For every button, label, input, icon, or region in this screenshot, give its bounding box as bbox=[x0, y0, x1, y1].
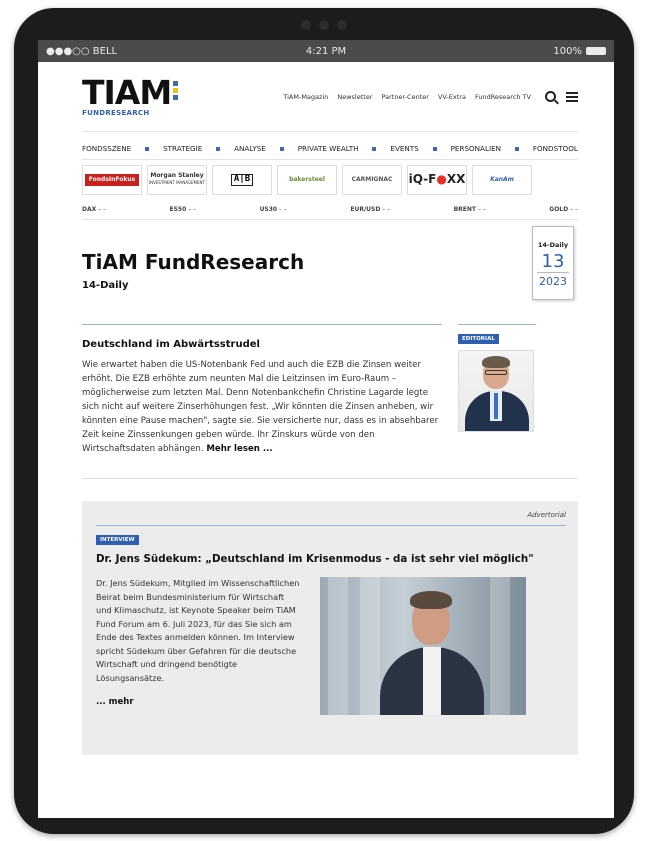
camera-bezel bbox=[284, 18, 364, 32]
header-actions bbox=[545, 91, 578, 102]
top-nav: TiAM-Magazin Newsletter Partner-Center V… bbox=[202, 93, 531, 101]
editorial-badge: EDITORIAL bbox=[458, 334, 499, 344]
newsletter-header: TiAM FundResearch 14-Daily 14-Daily 13 2… bbox=[82, 220, 578, 324]
advertorial-more-link[interactable]: ... mehr bbox=[96, 697, 302, 707]
separator-square-icon bbox=[216, 146, 221, 151]
top-nav-link[interactable]: VV-Extra bbox=[438, 93, 466, 101]
screen: ●●●○○ BELL 4:21 PM 100% TIAM FUNDRESEARC… bbox=[38, 40, 614, 818]
editorial-read-more-link[interactable]: Mehr lesen ... bbox=[206, 444, 272, 454]
hamburger-menu-icon[interactable] bbox=[566, 91, 578, 102]
logo-mark-icon bbox=[173, 81, 179, 100]
editorial-sidebar: EDITORIAL bbox=[458, 324, 536, 456]
clock: 4:21 PM bbox=[305, 45, 347, 57]
ticker-item: EUR/USD – – bbox=[350, 206, 391, 213]
separator-square-icon bbox=[372, 146, 377, 151]
advertorial-body: Dr. Jens Südekum, Mitglied im Wissenscha… bbox=[96, 578, 300, 683]
category-link[interactable]: STRATEGIE bbox=[163, 144, 202, 153]
partner-bakersteel[interactable]: bakersteel bbox=[277, 165, 337, 195]
ticker-item: US30 – – bbox=[259, 206, 287, 213]
category-link[interactable]: ANALYSE bbox=[234, 144, 266, 153]
kanam-logo: KanAm bbox=[490, 175, 514, 183]
partner-iqfoxx[interactable]: iQ-F●XX bbox=[407, 165, 467, 195]
separator-square-icon bbox=[432, 146, 437, 151]
partner-kanam[interactable]: KanAm bbox=[472, 165, 532, 195]
partner-fondsfokus[interactable]: FondsInFokus bbox=[82, 165, 142, 195]
partner-ab[interactable]: A|B bbox=[212, 165, 272, 195]
separator-square-icon bbox=[279, 146, 284, 151]
category-link[interactable]: FONDSTOOL bbox=[533, 144, 578, 153]
interviewee-photo bbox=[320, 577, 526, 715]
top-nav-link[interactable]: FundResearch TV bbox=[475, 93, 531, 101]
editorial-body: Wie erwartet haben die US-Notenbank Fed … bbox=[82, 360, 439, 454]
logo-text: TIAM bbox=[82, 73, 172, 112]
date-badge-label: 14-Daily bbox=[537, 241, 569, 249]
partner-carmignac[interactable]: CARMIGNAC bbox=[342, 165, 402, 195]
status-bar: ●●●○○ BELL 4:21 PM 100% bbox=[38, 40, 614, 62]
interview-badge: INTERVIEW bbox=[96, 535, 139, 545]
section-divider bbox=[82, 478, 578, 479]
bakersteel-logo: bakersteel bbox=[289, 175, 325, 183]
category-nav: FONDSSZENE STRATEGIE ANALYSE PRIVATE WEA… bbox=[82, 138, 578, 160]
category-link[interactable]: FONDSSZENE bbox=[82, 144, 131, 153]
date-badge-day: 13 bbox=[537, 251, 569, 273]
tablet-frame: ●●●○○ BELL 4:21 PM 100% TIAM FUNDRESEARC… bbox=[14, 8, 634, 834]
category-link[interactable]: PRIVATE WEALTH bbox=[298, 144, 359, 153]
top-nav-link[interactable]: Newsletter bbox=[337, 93, 372, 101]
ticker-item: GOLD – – bbox=[549, 206, 578, 213]
search-icon[interactable] bbox=[545, 91, 556, 102]
iqfoxx-logo: iQ-F●XX bbox=[408, 172, 466, 187]
carmignac-logo: CARMIGNAC bbox=[351, 175, 393, 183]
ticker-item: DAX – – bbox=[82, 206, 107, 213]
editorial-headline[interactable]: Deutschland im Abwärtsstrudel bbox=[82, 339, 442, 350]
site-logo[interactable]: TIAM FUNDRESEARCH bbox=[82, 76, 202, 117]
page-content: TIAM FUNDRESEARCH TiAM-Magazin Newslette… bbox=[38, 62, 614, 755]
advertorial-content: Dr. Jens Südekum, Mitglied im Wissenscha… bbox=[96, 577, 566, 715]
ticker-item: ES50 – – bbox=[169, 206, 197, 213]
ab-logo: A|B bbox=[230, 174, 254, 186]
logo-subtitle: FUNDRESEARCH bbox=[82, 109, 150, 117]
advertorial-headline[interactable]: Dr. Jens Südekum: „Deutschland im Krisen… bbox=[96, 553, 566, 565]
masthead: TIAM FUNDRESEARCH TiAM-Magazin Newslette… bbox=[82, 62, 578, 132]
author-photo bbox=[458, 350, 534, 432]
date-badge: 14-Daily 13 2023 bbox=[532, 226, 574, 300]
date-badge-year: 2023 bbox=[539, 275, 567, 288]
category-link[interactable]: PERSONALIEN bbox=[451, 144, 501, 153]
top-nav-link[interactable]: TiAM-Magazin bbox=[283, 93, 328, 101]
morgan-stanley-logo: Morgan Stanley INVESTMENT MANAGEMENT bbox=[149, 172, 205, 185]
separator-square-icon bbox=[145, 146, 150, 151]
ticker-item: BRENT – – bbox=[453, 206, 486, 213]
partner-morgan-stanley[interactable]: Morgan Stanley INVESTMENT MANAGEMENT bbox=[147, 165, 207, 195]
top-nav-link[interactable]: Partner-Center bbox=[382, 93, 429, 101]
advertorial-box: Advertorial INTERVIEW Dr. Jens Südekum: … bbox=[82, 501, 578, 755]
editorial-article: Deutschland im Abwärtsstrudel Wie erwart… bbox=[82, 324, 442, 456]
fondsfokus-logo: FondsInFokus bbox=[84, 173, 140, 187]
separator-square-icon bbox=[514, 146, 519, 151]
editorial-section: Deutschland im Abwärtsstrudel Wie erwart… bbox=[82, 324, 578, 456]
page-subtitle: 14-Daily bbox=[82, 280, 129, 291]
advertorial-label: Advertorial bbox=[96, 511, 566, 526]
category-link[interactable]: EVENTS bbox=[390, 144, 418, 153]
market-ticker: DAX – – ES50 – – US30 – – EUR/USD – – BR… bbox=[82, 200, 578, 220]
partner-logos: FondsInFokus Morgan Stanley INVESTMENT MA… bbox=[82, 165, 578, 195]
page-title: TiAM FundResearch bbox=[82, 250, 305, 274]
